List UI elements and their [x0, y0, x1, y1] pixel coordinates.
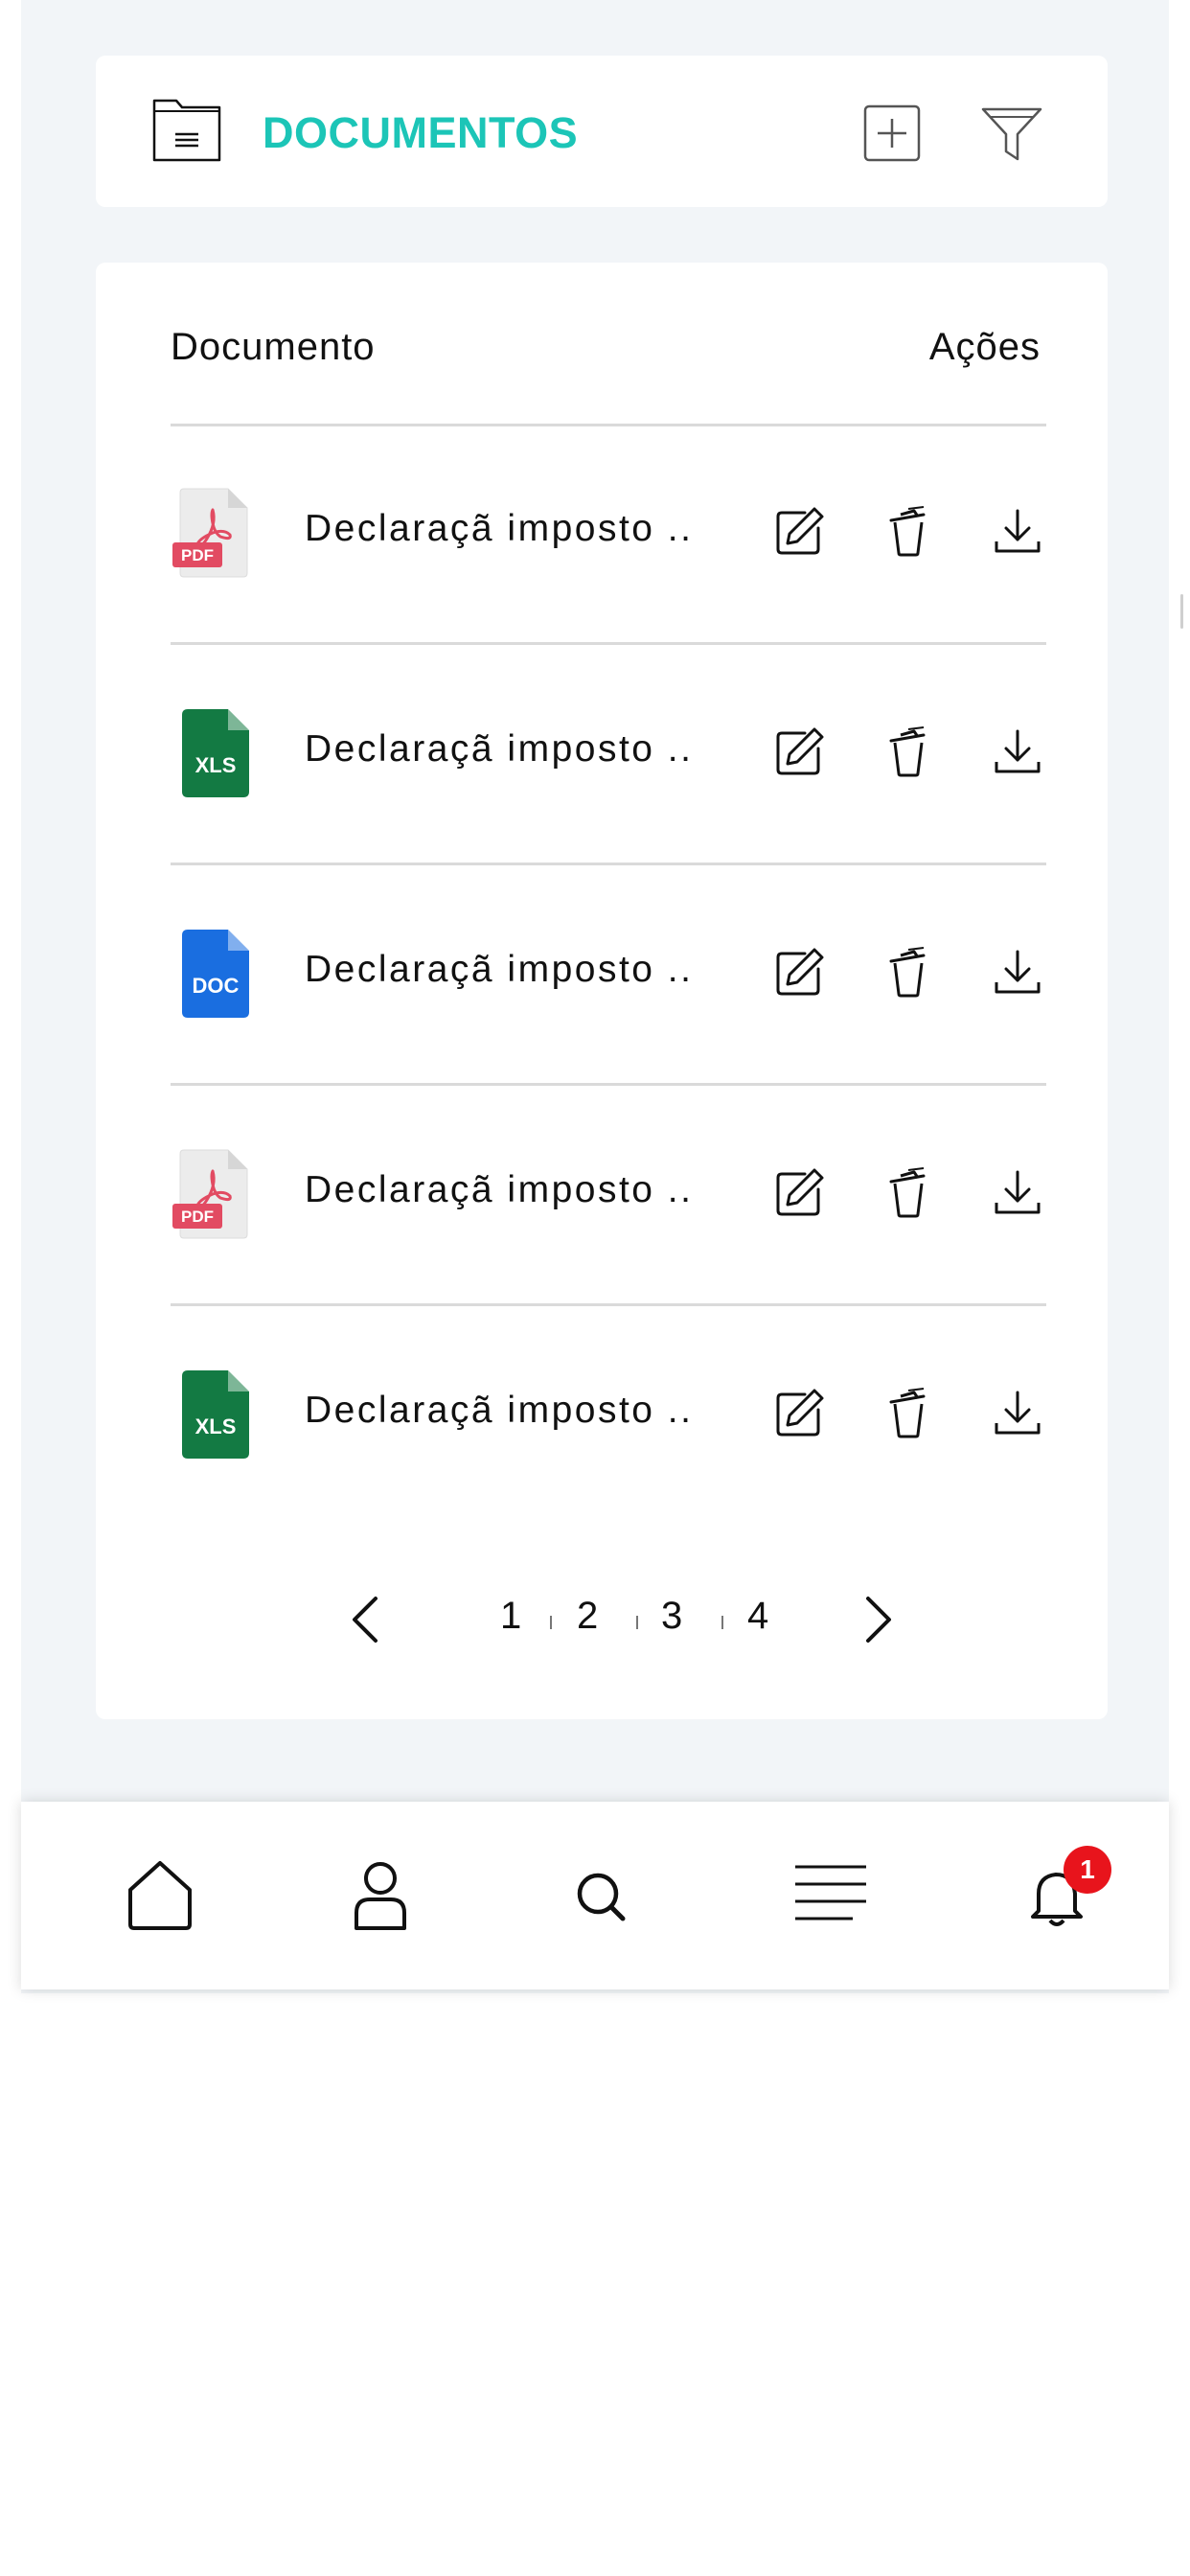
- page-4[interactable]: 4: [747, 1595, 768, 1638]
- table-row[interactable]: PDF Declaraçã imposto ..: [171, 424, 1046, 645]
- search-icon[interactable]: [558, 1852, 644, 1938]
- document-name[interactable]: Declaraçã imposto ..: [305, 1390, 693, 1432]
- folder-icon: [152, 99, 221, 162]
- page-separator: [550, 1616, 552, 1629]
- download-icon[interactable]: [991, 505, 1044, 559]
- xls-file-icon: XLS: [182, 1370, 249, 1459]
- download-icon[interactable]: [991, 1387, 1044, 1440]
- edit-icon[interactable]: [772, 725, 826, 779]
- documents-table: Documento Ações PDF Declaraçã imposto .. X…: [96, 263, 1108, 1719]
- table-row[interactable]: XLS Declaraçã imposto ..: [171, 1305, 1046, 1524]
- page-title: DOCUMENTOS: [263, 108, 579, 157]
- header-card: DOCUMENTOS: [96, 56, 1108, 207]
- column-header-actions: Ações: [928, 326, 1041, 368]
- app-background: DOCUMENTOS Documento Ações PDF Declaraçã …: [21, 0, 1183, 1993]
- doc-file-icon: DOC: [182, 930, 249, 1018]
- table-row[interactable]: DOC Declaraçã imposto ..: [171, 864, 1046, 1086]
- pagination: 1 2 3 4: [96, 1576, 1108, 1662]
- delete-icon[interactable]: [881, 946, 935, 1000]
- download-icon[interactable]: [991, 725, 1044, 779]
- page-1[interactable]: 1: [500, 1595, 521, 1638]
- delete-icon[interactable]: [881, 725, 935, 779]
- page-separator: [721, 1616, 723, 1629]
- page-separator: [636, 1616, 638, 1629]
- pdf-file-icon: PDF: [172, 488, 248, 578]
- bottom-nav: 1: [21, 1802, 1169, 1990]
- next-page-button[interactable]: [853, 1593, 901, 1646]
- document-name[interactable]: Declaraçã imposto ..: [305, 949, 693, 991]
- document-name[interactable]: Declaraçã imposto ..: [305, 1169, 693, 1211]
- page-3[interactable]: 3: [661, 1595, 682, 1638]
- edit-icon[interactable]: [772, 505, 826, 559]
- delete-icon[interactable]: [881, 1166, 935, 1220]
- menu-icon[interactable]: [788, 1852, 874, 1938]
- document-name[interactable]: Declaraçã imposto ..: [305, 508, 693, 550]
- column-header-document: Documento: [171, 326, 376, 368]
- xls-file-icon: XLS: [182, 709, 249, 797]
- svg-text:DOC: DOC: [193, 974, 240, 998]
- table-row[interactable]: PDF Declaraçã imposto ..: [171, 1085, 1046, 1306]
- svg-text:XLS: XLS: [195, 753, 237, 777]
- notification-badge: 1: [1064, 1846, 1111, 1894]
- document-name[interactable]: Declaraçã imposto ..: [305, 728, 693, 770]
- svg-text:PDF: PDF: [181, 1208, 214, 1226]
- svg-text:XLS: XLS: [195, 1414, 237, 1438]
- download-icon[interactable]: [991, 1166, 1044, 1220]
- user-icon[interactable]: [337, 1852, 423, 1938]
- download-icon[interactable]: [991, 946, 1044, 1000]
- edit-icon[interactable]: [772, 1387, 826, 1440]
- scrollbar[interactable]: [1180, 594, 1183, 629]
- filter-button[interactable]: [981, 105, 1042, 163]
- table-row[interactable]: XLS Declaraçã imposto ..: [171, 644, 1046, 865]
- delete-icon[interactable]: [881, 505, 935, 559]
- add-document-button[interactable]: [862, 104, 922, 163]
- previous-page-button[interactable]: [343, 1593, 391, 1646]
- page-2[interactable]: 2: [577, 1595, 598, 1638]
- svg-text:PDF: PDF: [181, 546, 214, 564]
- home-icon[interactable]: [117, 1852, 203, 1938]
- pdf-file-icon: PDF: [172, 1149, 248, 1239]
- delete-icon[interactable]: [881, 1387, 935, 1440]
- edit-icon[interactable]: [772, 1166, 826, 1220]
- edit-icon[interactable]: [772, 946, 826, 1000]
